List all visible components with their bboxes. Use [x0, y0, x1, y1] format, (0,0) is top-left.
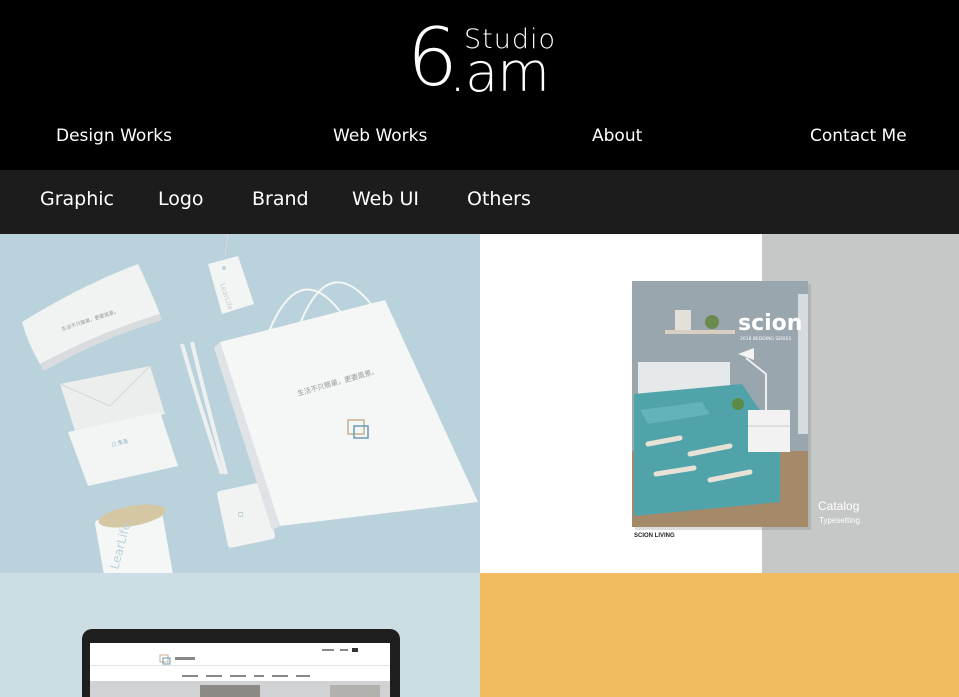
cover-brand: scion: [738, 311, 802, 336]
nav-design-works[interactable]: Design Works: [56, 126, 172, 146]
category-graphic[interactable]: Graphic: [40, 188, 114, 210]
category-nav: Graphic Logo Brand Web UI Others: [0, 170, 959, 234]
catalog-caption-title: Catalog: [818, 499, 860, 513]
catalog-caption-subtitle: Typesetting: [819, 516, 860, 525]
envelope: ▢ 生活: [59, 365, 178, 486]
portfolio-tile-brand-identity[interactable]: 生活不只簡單，更要風景。 ▢ 生活 LearLife ▢ 生活不只簡單，更要風景…: [0, 234, 480, 573]
nav-web-works[interactable]: Web Works: [333, 126, 427, 146]
site-logo[interactable]: 6 Studio .am: [407, 18, 557, 104]
portfolio-tile-catalog[interactable]: scion 2018 BEDDING SERIES Catalog Typese…: [480, 234, 959, 573]
logo-am-text: .am: [449, 41, 550, 104]
laptop-mockup-image: [82, 629, 400, 697]
category-others[interactable]: Others: [467, 188, 531, 210]
portfolio-tile-orange[interactable]: [480, 573, 959, 697]
main-nav: Design Works Web Works About Contact Me: [0, 126, 959, 156]
jar: LearLife: [95, 504, 173, 573]
cover-series: 2018 BEDDING SERIES: [740, 336, 791, 342]
hang-tag: LearLife: [208, 234, 254, 314]
brand-mockup-image: 生活不只簡單，更要風景。 ▢ 生活 LearLife ▢ 生活不只簡單，更要風景…: [22, 234, 478, 573]
nav-about[interactable]: About: [592, 126, 642, 146]
portfolio-tile-web-ui[interactable]: [0, 573, 480, 697]
catalog-footer-brand: SCION LIVING: [634, 533, 675, 539]
category-brand[interactable]: Brand: [252, 188, 309, 210]
category-logo[interactable]: Logo: [158, 188, 204, 210]
svg-text:▢: ▢: [238, 511, 244, 518]
catalog-cover-image: scion 2018 BEDDING SERIES: [632, 281, 811, 530]
category-web-ui[interactable]: Web UI: [352, 188, 419, 210]
nav-contact-me[interactable]: Contact Me: [810, 126, 907, 146]
site-header: 6 Studio .am Design Works Web Works Abou…: [0, 0, 959, 170]
pillow-box: 生活不只簡單，更要風景。: [22, 264, 162, 371]
